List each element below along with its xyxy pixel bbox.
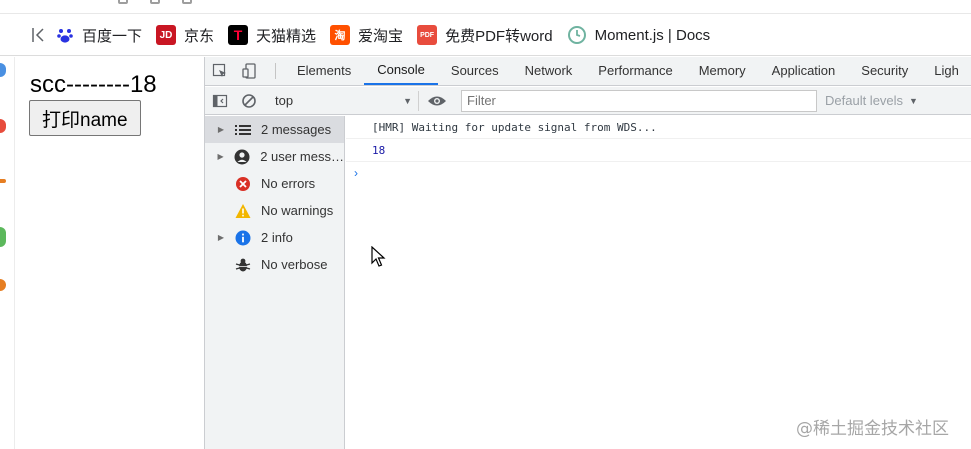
sidebar-item-verbose[interactable]: ▶ No verbose: [205, 251, 344, 278]
tab-security[interactable]: Security: [848, 56, 921, 85]
clear-console-icon[interactable]: [235, 86, 263, 115]
bookmark-label: 百度一下: [82, 27, 143, 45]
dropdown-arrow-icon: ▼: [403, 95, 412, 106]
print-name-button[interactable]: 打印name: [29, 100, 141, 136]
sidebar-toggle-icon[interactable]: [205, 86, 235, 115]
bookmark-tmall[interactable]: T 天猫精选: [228, 15, 316, 56]
warning-icon: [235, 203, 251, 219]
side-strip-icon: [0, 63, 6, 77]
bookmark-label: 免费PDF转word: [445, 27, 553, 45]
side-strip-icon: [0, 227, 6, 247]
sidebar-item-label: 2 info: [261, 230, 293, 245]
sidebar-item-label: No warnings: [261, 203, 334, 218]
bookmark-label: Moment.js | Docs: [594, 26, 711, 44]
bug-icon: [235, 257, 251, 273]
bookmark-label: 京东: [184, 27, 215, 45]
page-output-text: scc--------18: [30, 71, 157, 98]
bookmark-label: 爱淘宝: [358, 27, 404, 45]
sidebar-item-label: No verbose: [261, 257, 328, 272]
watermark-text: @稀土掘金技术社区: [796, 419, 949, 439]
mouse-cursor-icon: [371, 246, 386, 267]
context-value: top: [275, 93, 294, 108]
console-toolbar: top ▼ Default levels ▼: [205, 87, 971, 115]
inspect-element-icon[interactable]: [205, 56, 235, 85]
user-icon: [234, 149, 250, 165]
side-strip-icon: [0, 179, 6, 183]
console-filter-input[interactable]: [461, 89, 817, 112]
tmall-logo-icon: T: [228, 25, 249, 45]
bookmark-jd[interactable]: JD 京东: [156, 15, 214, 56]
browser-side-strip: [0, 57, 15, 449]
tab-fragment-icon: [182, 0, 192, 4]
page-viewport: scc--------18 打印name: [16, 57, 204, 449]
bookmark-baidu[interactable]: 百度一下: [56, 15, 142, 56]
clock-icon: [567, 25, 587, 45]
screen: 百度一下 JD 京东 T 天猫精选 淘 爱淘宝 PDF 免费PDF转word M…: [0, 0, 971, 449]
tab-sources[interactable]: Sources: [438, 56, 512, 85]
console-log-line: 18: [346, 139, 971, 162]
prompt-chevron-icon: ›: [354, 166, 358, 180]
tab-network[interactable]: Network: [512, 56, 586, 85]
jd-logo-icon: JD: [156, 25, 177, 45]
live-expression-eye-icon[interactable]: [419, 86, 455, 115]
tab-fragment-icon: [118, 0, 128, 4]
sidebar-item-messages[interactable]: ▶ 2 messages: [205, 116, 344, 143]
levels-label: Default levels: [825, 93, 904, 108]
tab-fragment-icon: [150, 0, 160, 4]
bookmark-pdf[interactable]: PDF 免费PDF转word: [417, 15, 553, 56]
error-icon: [235, 176, 251, 192]
list-icon: [235, 122, 251, 138]
context-selector[interactable]: top ▼: [269, 90, 419, 111]
browser-tab-strip: [0, 0, 971, 14]
device-toolbar-icon[interactable]: [235, 56, 265, 85]
baidu-paw-icon: [56, 26, 74, 44]
console-prompt[interactable]: ›: [346, 162, 971, 184]
toolbar-divider: [275, 63, 276, 79]
log-levels-dropdown[interactable]: Default levels ▼: [825, 93, 918, 108]
info-icon: [235, 230, 251, 246]
console-sidebar: ▶ 2 messages ▶ 2 user mess… ▶ No errors: [205, 116, 345, 449]
bookmarks-bar: 百度一下 JD 京东 T 天猫精选 淘 爱淘宝 PDF 免费PDF转word M…: [0, 15, 971, 56]
tab-lighthouse[interactable]: Ligh: [921, 56, 971, 85]
expand-arrow-icon[interactable]: ▶: [213, 125, 229, 134]
taobao-logo-icon: 淘: [330, 25, 351, 45]
tab-application[interactable]: Application: [759, 56, 849, 85]
sidebar-item-info[interactable]: ▶ 2 info: [205, 224, 344, 251]
bookmark-label: 天猫精选: [256, 27, 317, 45]
console-log-line: [HMR] Waiting for update signal from WDS…: [346, 116, 971, 139]
sidebar-item-warnings[interactable]: ▶ No warnings: [205, 197, 344, 224]
tab-memory[interactable]: Memory: [686, 56, 759, 85]
bookmark-momentjs[interactable]: Moment.js | Docs: [567, 15, 711, 56]
tab-elements[interactable]: Elements: [284, 56, 364, 85]
sidebar-item-errors[interactable]: ▶ No errors: [205, 170, 344, 197]
sidebar-item-label: 2 messages: [261, 122, 332, 137]
pdf-logo-icon: PDF: [417, 25, 438, 45]
tab-console[interactable]: Console: [364, 56, 438, 85]
expand-arrow-icon[interactable]: ▶: [213, 152, 228, 161]
expand-arrow-icon[interactable]: ▶: [213, 233, 229, 242]
console-output[interactable]: [HMR] Waiting for update signal from WDS…: [346, 116, 971, 449]
dropdown-arrow-icon: ▼: [909, 95, 918, 106]
sidebar-item-label: No errors: [261, 176, 316, 191]
bookmark-taobao[interactable]: 淘 爱淘宝: [330, 15, 403, 56]
devtools-tabbar: Elements Console Sources Network Perform…: [205, 57, 971, 86]
sidebar-item-label: 2 user mess…: [260, 149, 344, 164]
sidebar-toggle-icon[interactable]: [0, 15, 56, 56]
sidebar-item-user-messages[interactable]: ▶ 2 user mess…: [205, 143, 344, 170]
tab-performance[interactable]: Performance: [585, 56, 685, 85]
side-strip-icon: [0, 279, 6, 291]
devtools-panel: Elements Console Sources Network Perform…: [204, 57, 971, 449]
side-strip-icon: [0, 119, 6, 133]
